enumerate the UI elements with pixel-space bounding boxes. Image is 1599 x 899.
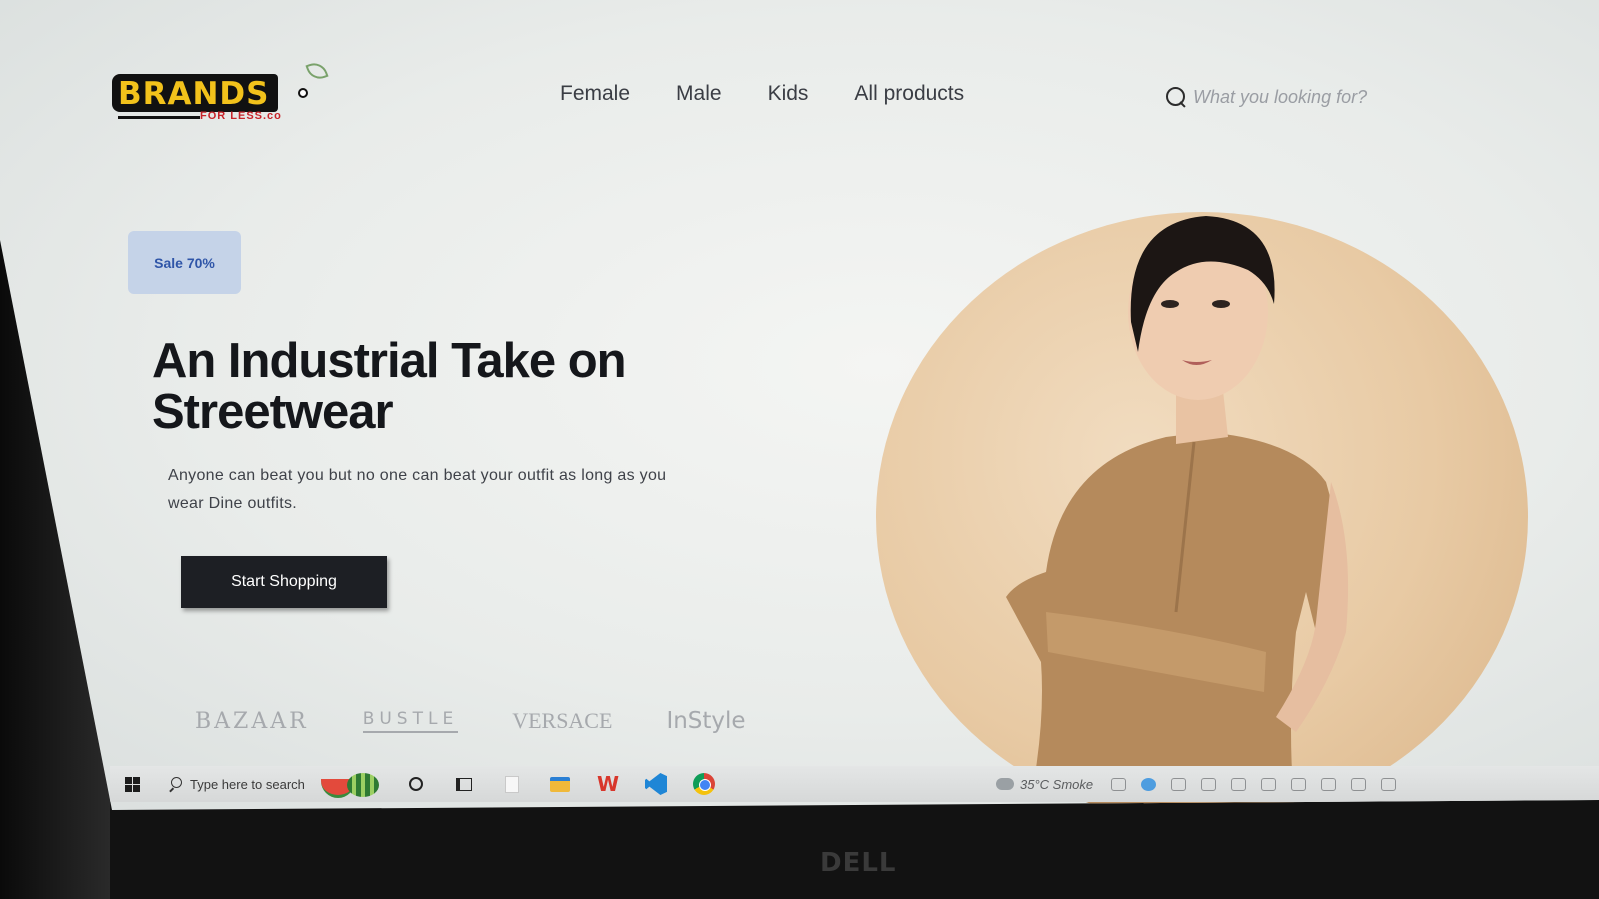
site-logo[interactable]: BRANDS FOR LESS.co [112, 59, 329, 130]
logo-wordmark: BRANDS [112, 74, 278, 112]
volume-icon[interactable] [1351, 777, 1367, 791]
wps-office-icon: W [597, 772, 620, 796]
cortana-icon [409, 777, 423, 791]
taskbar: Type here to search W 35°C Smoke [110, 766, 1599, 802]
hero-subtitle: Anyone can beat you but no one can beat … [168, 467, 667, 512]
brand-logo-versace: VERSACE [512, 708, 613, 733]
skype-icon[interactable] [1141, 777, 1157, 791]
tray-app-icon[interactable] [1201, 777, 1217, 791]
main-nav: Female Male Kids All products [560, 82, 964, 106]
search-icon [168, 777, 182, 791]
start-button[interactable] [110, 766, 154, 802]
model-illustration [1006, 216, 1349, 810]
nav-all-products[interactable]: All products [854, 82, 964, 106]
brand-logos: BAZAAR BUSTLE VERSACE InStyle [195, 708, 746, 734]
taskbar-search[interactable]: Type here to search [154, 766, 392, 802]
nav-male[interactable]: Male [676, 82, 722, 106]
battery-icon[interactable] [1291, 777, 1307, 791]
brand-logo-bazaar: BAZAAR [195, 708, 309, 734]
search-bar [1165, 82, 1455, 112]
file-icon [505, 775, 519, 793]
hero-title-line2: Streetwear [152, 385, 394, 439]
file-button[interactable] [488, 766, 536, 802]
pen-icon[interactable] [1381, 777, 1397, 791]
nav-kids[interactable]: Kids [768, 82, 809, 106]
windows-start-icon [124, 776, 140, 792]
chrome-icon [693, 773, 715, 795]
tray-app-icon[interactable] [1261, 777, 1277, 791]
hero-image [876, 212, 1528, 810]
wifi-icon[interactable] [1321, 777, 1337, 791]
monitor-brand-logo: DELL [820, 848, 897, 878]
start-shopping-button[interactable]: Start Shopping [181, 556, 387, 608]
wps-office-button[interactable]: W [584, 766, 632, 802]
search-icon[interactable] [1165, 86, 1187, 108]
cortana-button[interactable] [392, 766, 440, 802]
brand-logo-instyle: InStyle [666, 708, 746, 734]
file-explorer-icon [550, 776, 570, 792]
hero-title-line1: An Industrial Take on [152, 334, 627, 388]
system-tray [1111, 777, 1397, 791]
smoke-weather-icon [996, 778, 1014, 790]
cloud-icon[interactable] [1231, 777, 1247, 791]
task-view-icon [456, 777, 472, 791]
weather-widget[interactable]: 35°C Smoke [996, 777, 1093, 792]
logo-dot [298, 88, 308, 98]
brand-logo-bustle: BUSTLE [362, 709, 459, 733]
file-explorer-button[interactable] [536, 766, 584, 802]
hero-title: An Industrial Take on Streetwear [152, 336, 792, 438]
tray-chevron-icon[interactable] [1111, 777, 1127, 791]
taskbar-search-placeholder: Type here to search [190, 776, 305, 792]
screen: BRANDS FOR LESS.co Female Male Kids All … [0, 0, 1599, 810]
logo-underline [118, 116, 200, 119]
sale-badge: Sale 70% [128, 231, 241, 294]
weather-text: 35°C Smoke [1020, 776, 1094, 792]
tray-app-icon[interactable] [1171, 777, 1187, 791]
chrome-button[interactable] [680, 766, 728, 802]
logo-tagline: FOR LESS.co [200, 110, 282, 122]
vscode-icon [645, 773, 667, 795]
task-view-button[interactable] [440, 766, 488, 802]
search-input[interactable] [1193, 86, 1443, 108]
leaf-icon [305, 59, 329, 83]
vscode-button[interactable] [632, 766, 680, 802]
watermelon-icon [320, 771, 381, 798]
nav-female[interactable]: Female [560, 82, 630, 106]
